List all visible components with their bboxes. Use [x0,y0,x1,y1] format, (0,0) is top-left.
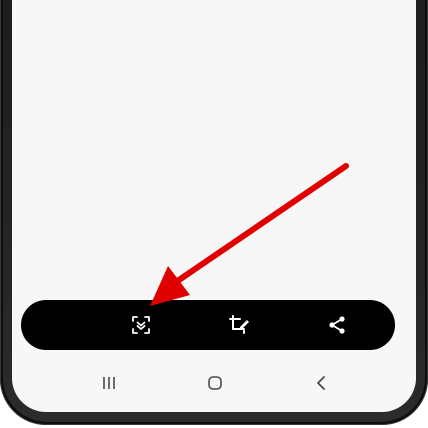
crop-edit-button[interactable] [227,313,251,337]
share-button[interactable] [325,313,349,337]
crop-draw-icon [229,315,249,334]
back-button[interactable] [310,372,332,394]
recents-icon [103,377,115,389]
scroll-capture-icon [132,316,150,334]
share-icon [329,316,345,334]
back-icon [317,376,325,390]
recent-apps-button[interactable] [98,372,120,394]
screen [12,0,416,412]
home-button[interactable] [204,372,226,394]
scroll-capture-button[interactable] [129,313,153,337]
home-icon [208,376,222,390]
